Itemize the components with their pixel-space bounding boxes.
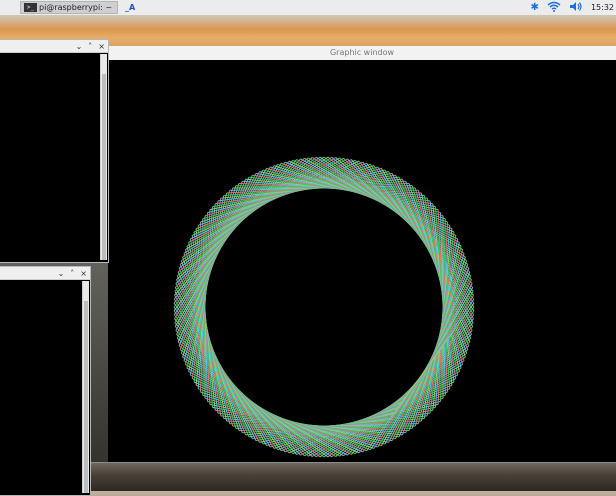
taskbar: >_ pi@raspberrypi: ~ _A ✱ 15:32	[0, 0, 616, 16]
terminal-window-2: ⌄ ˄ ×	[0, 266, 91, 496]
terminal-window-titlebar[interactable]: ⌄ ˄ ×	[0, 40, 108, 53]
maximize-icon[interactable]: ˄	[88, 42, 92, 51]
graphic-window-title[interactable]: Graphic window	[108, 46, 616, 61]
close-icon[interactable]: ×	[80, 269, 87, 278]
taskbar-item-terminal[interactable]: >_ pi@raspberrypi: ~	[20, 1, 118, 14]
terminal-window-1: ⌄ ˄ ×	[0, 39, 109, 263]
volume-icon[interactable]	[569, 1, 583, 15]
terminal-window-titlebar[interactable]: ⌄ ˄ ×	[0, 267, 90, 280]
minimize-icon[interactable]: ⌄	[76, 42, 83, 51]
clock[interactable]: 15:32	[591, 3, 614, 12]
wifi-icon[interactable]	[547, 1, 561, 15]
terminal-icon: >_	[24, 3, 37, 12]
desktop-wallpaper-ground	[91, 462, 616, 491]
close-icon[interactable]: ×	[98, 42, 105, 51]
scrollbar[interactable]	[82, 281, 89, 493]
scrollbar-thumb[interactable]	[102, 74, 106, 260]
taskbar-item-label: _A	[125, 3, 136, 12]
graphic-window: Graphic window	[108, 46, 616, 462]
taskbar-item-label: pi@raspberrypi: ~	[39, 3, 113, 12]
bluetooth-icon[interactable]: ✱	[531, 2, 539, 13]
graphic-canvas	[108, 60, 616, 462]
scrollbar-thumb[interactable]	[84, 301, 88, 493]
minimize-icon[interactable]: ⌄	[58, 269, 65, 278]
system-tray: ✱ 15:32	[523, 0, 616, 15]
scrollbar[interactable]	[100, 54, 107, 260]
maximize-icon[interactable]: ˄	[70, 269, 74, 278]
taskbar-item-second[interactable]: _A	[122, 1, 162, 14]
